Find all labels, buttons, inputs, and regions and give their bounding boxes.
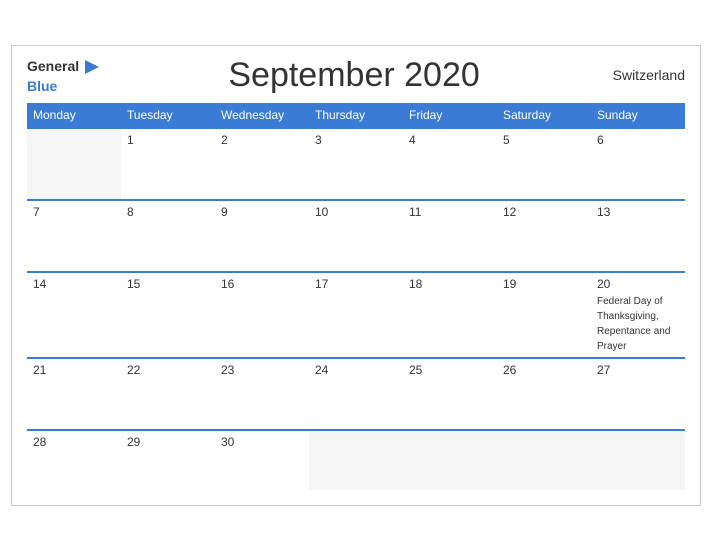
- logo-area: General Blue: [27, 56, 103, 95]
- calendar-cell: 18: [403, 272, 497, 358]
- day-number: 16: [221, 277, 303, 291]
- logo-general: General: [27, 58, 79, 75]
- calendar-cell: 30: [215, 430, 309, 490]
- calendar-cell: 9: [215, 200, 309, 272]
- day-number: 24: [315, 363, 397, 377]
- day-number: 28: [33, 435, 115, 449]
- calendar-cell: [27, 128, 121, 200]
- day-number: 26: [503, 363, 585, 377]
- day-number: 5: [503, 133, 585, 147]
- day-number: 19: [503, 277, 585, 291]
- day-number: 18: [409, 277, 491, 291]
- calendar-header-row: MondayTuesdayWednesdayThursdayFridaySatu…: [27, 103, 685, 128]
- day-number: 6: [597, 133, 679, 147]
- calendar-cell: 16: [215, 272, 309, 358]
- day-number: 14: [33, 277, 115, 291]
- day-header-saturday: Saturday: [497, 103, 591, 128]
- calendar-week-row: 123456: [27, 128, 685, 200]
- calendar-title: September 2020: [103, 56, 605, 95]
- day-number: 1: [127, 133, 209, 147]
- logo-flag-icon: [81, 56, 103, 78]
- day-number: 13: [597, 205, 679, 219]
- day-header-monday: Monday: [27, 103, 121, 128]
- day-header-thursday: Thursday: [309, 103, 403, 128]
- day-header-friday: Friday: [403, 103, 497, 128]
- day-number: 30: [221, 435, 303, 449]
- holiday-text: Federal Day of Thanksgiving, Repentance …: [597, 296, 670, 352]
- day-number: 10: [315, 205, 397, 219]
- day-number: 11: [409, 205, 491, 219]
- day-number: 22: [127, 363, 209, 377]
- day-number: 15: [127, 277, 209, 291]
- calendar-cell: 20 Federal Day of Thanksgiving, Repentanc…: [591, 272, 685, 358]
- calendar-cell: 13: [591, 200, 685, 272]
- day-number: 21: [33, 363, 115, 377]
- calendar-body: 1234567891011121314151617181920Federal D…: [27, 128, 685, 490]
- day-number: 9: [221, 205, 303, 219]
- day-header-wednesday: Wednesday: [215, 103, 309, 128]
- calendar-cell: [403, 430, 497, 490]
- day-number: 20: [597, 277, 679, 291]
- calendar-cell: 14: [27, 272, 121, 358]
- calendar-week-row: 789 10 11 12 13: [27, 200, 685, 272]
- day-number: 23: [221, 363, 303, 377]
- calendar-cell: 4: [403, 128, 497, 200]
- calendar-cell: 21: [27, 358, 121, 430]
- calendar-cell: 11: [403, 200, 497, 272]
- day-number: 29: [127, 435, 209, 449]
- calendar-cell: 25: [403, 358, 497, 430]
- day-number: 12: [503, 205, 585, 219]
- calendar-cell: 29: [121, 430, 215, 490]
- calendar-cell: [309, 430, 403, 490]
- calendar-cell: 19: [497, 272, 591, 358]
- calendar-cell: 12: [497, 200, 591, 272]
- calendar-cell: 10: [309, 200, 403, 272]
- calendar-header: General Blue September 2020 Switzerland: [27, 56, 685, 95]
- day-number: 8: [127, 205, 209, 219]
- logo-blue: Blue: [27, 78, 103, 95]
- calendar-cell: 2: [215, 128, 309, 200]
- calendar-week-row: 28 29 30: [27, 430, 685, 490]
- calendar-cell: 17: [309, 272, 403, 358]
- calendar-cell: 28: [27, 430, 121, 490]
- calendar-week-row: 14 15 16 17 18 19 20 Federal Day of Thanksgivin…: [27, 272, 685, 358]
- calendar-cell: 1: [121, 128, 215, 200]
- calendar-cell: 26: [497, 358, 591, 430]
- calendar-cell: 15: [121, 272, 215, 358]
- calendar-week-row: 21 22 23 24 25 26 27: [27, 358, 685, 430]
- day-number: 3: [315, 133, 397, 147]
- day-number: 17: [315, 277, 397, 291]
- day-header-sunday: Sunday: [591, 103, 685, 128]
- calendar-grid: MondayTuesdayWednesdayThursdayFridaySatu…: [27, 103, 685, 490]
- day-header-tuesday: Tuesday: [121, 103, 215, 128]
- calendar-cell: 5: [497, 128, 591, 200]
- day-number: 4: [409, 133, 491, 147]
- country-label: Switzerland: [605, 67, 685, 83]
- calendar-container: General Blue September 2020 Switzerland …: [11, 45, 701, 506]
- calendar-cell: [497, 430, 591, 490]
- calendar-cell: 7: [27, 200, 121, 272]
- day-number: 7: [33, 205, 115, 219]
- day-number: 25: [409, 363, 491, 377]
- calendar-cell: 22: [121, 358, 215, 430]
- calendar-cell: 23: [215, 358, 309, 430]
- day-number: 27: [597, 363, 679, 377]
- calendar-cell: 24: [309, 358, 403, 430]
- calendar-cell: 6: [591, 128, 685, 200]
- calendar-cell: 27: [591, 358, 685, 430]
- day-number: 2: [221, 133, 303, 147]
- calendar-cell: [591, 430, 685, 490]
- calendar-cell: 3: [309, 128, 403, 200]
- calendar-cell: 8: [121, 200, 215, 272]
